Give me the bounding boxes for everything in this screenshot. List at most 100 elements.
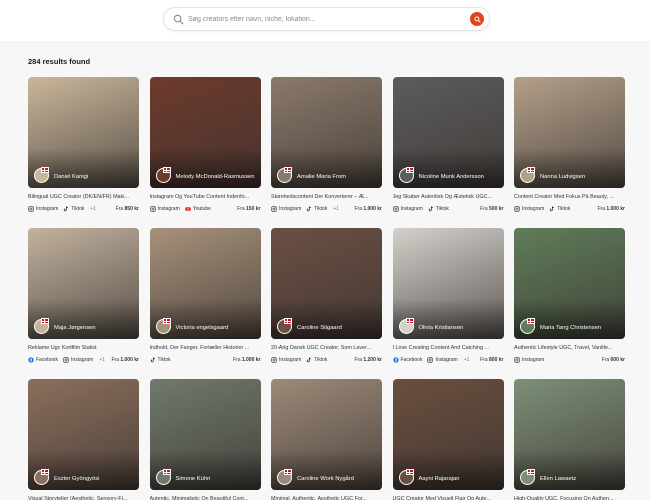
creator-card[interactable]: Caroline Stigaard 20-Årig Dansk UGC Creat…	[271, 228, 382, 364]
price-prefix: Fra	[111, 357, 119, 363]
creator-photo[interactable]: Victoria engelsgaard	[149, 228, 261, 339]
denmark-flag-icon	[284, 469, 292, 475]
creator-card[interactable]: Nicoline Munk Andersson Jeg Skaber Autent…	[392, 77, 504, 213]
price-value: 500 kr	[489, 206, 504, 212]
price-value: 1.000 kr	[241, 357, 261, 363]
price-value: 850 kr	[124, 206, 139, 212]
creator-photo[interactable]: Maria Tang Christensen	[514, 228, 625, 339]
creator-description: Indhold, Der Fanger, Fortæller Historier…	[149, 345, 250, 351]
creator-name: Aayni Rajarajan	[418, 476, 460, 482]
price: Fra 1.000 kr	[111, 357, 139, 363]
price-value: 1.000 kr	[363, 206, 382, 212]
platform-instagram: Instagram	[514, 357, 544, 363]
platform-instagram: Instagram	[427, 357, 458, 363]
creator-card[interactable]: Victoria engelsgaard Indhold, Der Fanger,…	[149, 228, 261, 364]
platform-tiktok: Tiktok	[428, 206, 449, 212]
search-button[interactable]	[470, 12, 484, 26]
instagram-icon	[63, 357, 69, 363]
more-platforms-count: +1	[333, 206, 340, 212]
creator-card[interactable]: Caroline Work Nygård Minimal, Authentic, …	[271, 379, 382, 500]
more-platforms-count: +1	[463, 357, 470, 363]
price-value: 1.000 kr	[606, 206, 625, 212]
creator-name: Maria Tang Christensen	[540, 325, 602, 331]
platform-label: Instagram	[522, 357, 545, 363]
denmark-flag-icon	[405, 318, 414, 324]
creator-photo[interactable]: Caroline Stigaard	[271, 228, 382, 339]
creator-description: Reklame Ugc Kortfilm Statist	[28, 345, 97, 351]
search-icon	[173, 14, 184, 25]
search-bar[interactable]	[163, 7, 490, 31]
price: Fra 850 kr	[116, 206, 139, 212]
price: Fra 1.000 kr	[597, 206, 625, 212]
price-prefix: Fra	[480, 206, 488, 212]
price-prefix: Fra	[237, 206, 245, 212]
card-meta: Facebook Instagram +1 Fra 800 kr	[392, 357, 504, 363]
creator-photo[interactable]: Aayni Rajarajan	[392, 379, 504, 490]
creator-description: High-Quality UGC, Focusing On Authen...	[514, 496, 614, 500]
creator-description: 20-Årig Dansk UGC Creator, Som Laver...	[271, 345, 372, 351]
creator-card[interactable]: Maria Tang Christensen Authentic Lifestyl…	[514, 228, 625, 364]
creator-photo[interactable]: Amalie Maria From	[271, 77, 382, 188]
creator-name: Nicoline Munk Andersson	[418, 174, 484, 180]
card-meta: Tiktok Fra 1.000 kr	[150, 357, 261, 363]
tiktok-icon	[306, 357, 312, 363]
creator-photo[interactable]: Olivia Kristiansen	[392, 228, 504, 339]
creator-description: Bilingual UGC Creator (DK/EN/FR) Maki...	[28, 194, 129, 200]
denmark-flag-icon	[405, 167, 414, 173]
tiktok-icon	[306, 206, 312, 212]
tiktok-icon	[549, 206, 555, 212]
creator-photo[interactable]: Maja Jørgensen	[28, 228, 139, 339]
denmark-flag-icon	[162, 318, 171, 324]
denmark-flag-icon	[41, 318, 49, 324]
price-prefix: Fra	[480, 357, 488, 363]
platform-label: Facebook	[36, 357, 58, 363]
denmark-flag-icon	[41, 469, 49, 475]
platform-label: Tiktok	[71, 206, 85, 212]
price: Fra 150 kr	[237, 206, 260, 212]
creator-photo[interactable]: Daniel Kanigi	[28, 77, 139, 188]
price-prefix: Fra	[232, 357, 241, 363]
search-button-icon	[473, 15, 481, 23]
creator-name: Ellen Lawaetz	[540, 476, 577, 482]
instagram-icon	[514, 357, 520, 363]
platform-label: Youtube	[192, 206, 211, 212]
creator-description: Minimal, Authentic, Aesthetic UGC For...	[271, 496, 367, 500]
creator-card[interactable]: Ellen Lawaetz High-Quality UGC, Focusing …	[514, 379, 625, 500]
creator-description: Jeg Skaber Autentisk Og Æstetisk UGC...	[392, 194, 492, 200]
creator-name: Maja Jørgensen	[54, 325, 96, 331]
creator-photo[interactable]: Nicoline Munk Andersson	[392, 77, 504, 188]
creator-photo[interactable]: Eszter Gyöngyösi	[28, 379, 139, 490]
creator-card[interactable]: Simone Kühn Autentic, Minimalistic On Bea…	[149, 379, 261, 500]
denmark-flag-icon	[41, 167, 49, 173]
platform-label: Instagram	[70, 357, 94, 363]
instagram-icon	[28, 206, 34, 212]
card-meta: Instagram Youtube Fra 150 kr	[149, 206, 261, 212]
creator-photo[interactable]: Caroline Work Nygård	[271, 379, 382, 490]
denmark-flag-icon	[405, 469, 414, 475]
creator-grid: Daniel Kanigi Bilingual UGC Creator (DK/E…	[28, 77, 625, 500]
card-meta: Instagram Tiktok Fra 1.200 kr	[271, 357, 382, 363]
creator-card[interactable]: Melody McDonald-Rasmussen Instagram Og Yo…	[149, 77, 261, 213]
platform-instagram: Instagram	[514, 206, 544, 212]
creator-card[interactable]: Olivia Kristiansen I Love Creating Conten…	[392, 228, 504, 364]
creator-photo[interactable]: Melody McDonald-Rasmussen	[149, 77, 261, 188]
creator-card[interactable]: Eszter Gyöngyösi Visual Storyteller (Aest…	[28, 379, 139, 500]
denmark-flag-icon	[284, 318, 292, 324]
creator-card[interactable]: Aayni Rajarajan UGC Creator Med Visuelt F…	[392, 379, 504, 500]
instagram-icon	[514, 206, 520, 212]
denmark-flag-icon	[527, 469, 535, 475]
creator-photo[interactable]: Nanna Ludvigsen	[514, 77, 625, 188]
creator-photo[interactable]: Ellen Lawaetz	[514, 379, 625, 490]
creator-description: I Love Creating Content And Catching ...	[392, 345, 490, 351]
instagram-icon	[271, 357, 277, 363]
creator-card[interactable]: Daniel Kanigi Bilingual UGC Creator (DK/E…	[28, 77, 139, 213]
search-input[interactable]	[188, 10, 458, 28]
creator-photo[interactable]: Simone Kühn	[149, 379, 261, 490]
platform-youtube: Youtube	[185, 206, 211, 212]
creator-card[interactable]: Amalie Maria From Skønhedscontent Der Kon…	[271, 77, 382, 213]
creator-card[interactable]: Maja Jørgensen Reklame Ugc Kortfilm Stati…	[28, 228, 139, 364]
platform-label: Tiktok	[557, 206, 571, 212]
tiktok-icon	[428, 206, 434, 212]
creator-card[interactable]: Nanna Ludvigsen Content Creator Med Fokus…	[514, 77, 625, 213]
price: Fra 500 kr	[480, 206, 503, 212]
